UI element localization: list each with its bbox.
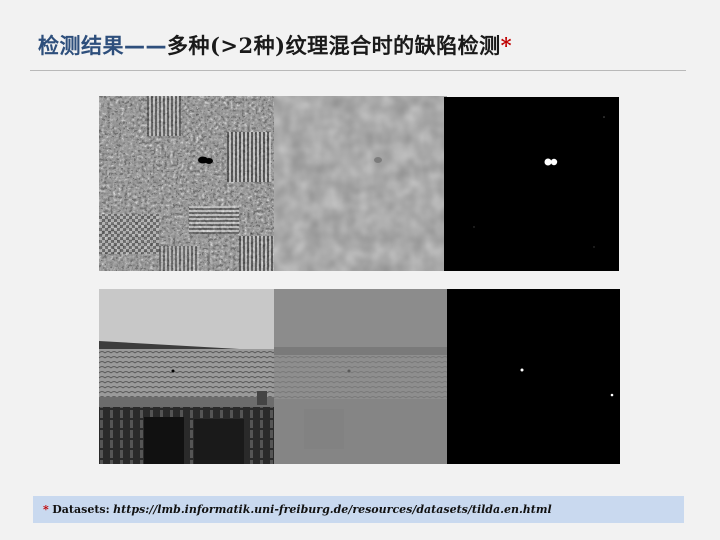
slide-title: 检测结果——多种(>2种)纹理混合时的缺陷检测* — [38, 30, 512, 60]
texture-mosaic-input-image — [99, 96, 274, 271]
roof-scene-input-image — [99, 289, 274, 464]
dataset-footnote: * Datasets: https://lmb.informatik.uni-f… — [33, 496, 684, 523]
slide-title-prefix: 检测结果—— — [38, 34, 167, 58]
slide-title-asterisk: * — [500, 33, 513, 58]
roof-scene-reconstruction-image — [274, 289, 447, 464]
footnote-url-link[interactable]: https://lmb.informatik.uni-freiburg.de/r… — [113, 503, 552, 516]
roof-scene-defect-map — [447, 289, 620, 464]
texture-mosaic-reconstruction-image — [274, 96, 447, 271]
footnote-label: Datasets: — [52, 503, 110, 516]
slide-title-main: 多种(>2种)纹理混合时的缺陷检测 — [167, 33, 501, 58]
title-divider — [30, 70, 686, 71]
footnote-asterisk: * — [43, 503, 49, 516]
texture-mosaic-defect-map — [444, 97, 619, 271]
